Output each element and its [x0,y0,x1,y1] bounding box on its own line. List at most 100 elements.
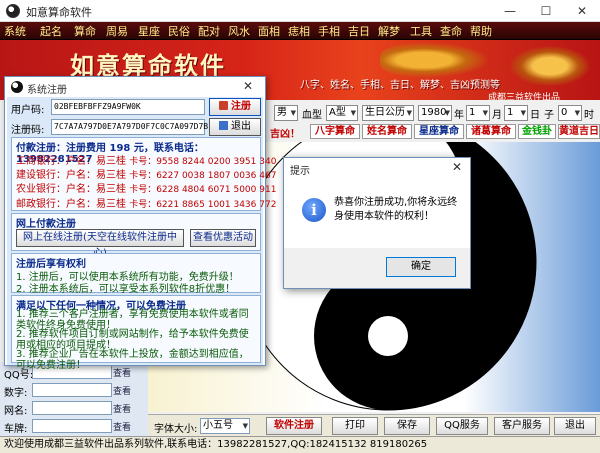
menu-item-help[interactable]: 帮助 [470,23,492,39]
tiger-image-right [510,46,590,86]
year-select[interactable]: 1980 ▼ [418,105,452,121]
hour-select[interactable]: 0 ▼ [558,105,582,121]
feature-coin-button[interactable]: 金钱卦 [518,124,556,139]
reg-code-input[interactable]: 7C7A7A797D0E7A797D0F7C0C7A097D7B [51,119,208,135]
bank-row: 工商银行：户名：易三桂 卡号：9558 8244 0200 3951 340 [16,156,277,167]
menu-item-zodiac[interactable]: 星座 [138,23,160,39]
free-register-item: 1. 推荐三个客户注册者，享有免费使用本软件或者同类软件终身免费使用！ [16,309,249,331]
menu-item-check-fate[interactable]: 查命 [440,23,462,39]
register-dialog-title: 系统注册 [27,85,67,96]
register-exit-button[interactable]: 退出 [209,118,261,136]
month-select[interactable]: 1 ▼ [466,105,490,121]
plate-view-button[interactable]: 查看 [113,420,131,433]
user-code-label: 用户码: [11,105,45,116]
rights-item: 2. 注册本系统后，可以享受本系列软件8折优惠！ [16,284,236,295]
menu-item-folk[interactable]: 民俗 [168,23,190,39]
number-view-button[interactable]: 查看 [113,384,131,397]
blood-type-select[interactable]: A型 ▼ [326,105,358,121]
register-dialog-body: 用户码: 02BFEBFBFFZ9A9FW0K 注册 注册码: 7C7A7A79… [7,97,276,371]
feature-zodiac-button[interactable]: 星座算命 [414,124,464,139]
day-unit: 日 [530,110,540,121]
maximize-button[interactable]: ☐ [528,0,564,22]
tiger-image [380,42,490,78]
window-title: 如意算命软件 [26,6,92,19]
feature-row: 吉凶！ 八字算命 姓名算命 星座算命 诸葛算命 金钱卦 黄道吉日 [268,124,600,140]
font-size-select[interactable]: 小五号 ▼ [200,418,250,434]
alert-ok-button[interactable]: 确定 [386,257,456,277]
bottom-toolbar: 字体大小: 小五号 ▼ 软件注册 打印 保存 QQ服务 客户服务 退出 [148,414,600,436]
birthday-calendar-select[interactable]: 生日公历 ▼ [362,105,414,121]
menu-item-match[interactable]: 配对 [198,23,220,39]
plate-input[interactable] [32,419,112,433]
bank-row: 邮政银行：户名：易三桂 卡号：6221 8865 1001 3436 772 [16,199,277,210]
year-unit: 年 [454,110,464,121]
nickname-view-button[interactable]: 查看 [113,402,131,415]
menu-item-palm[interactable]: 手相 [318,23,340,39]
day-select[interactable]: 1 ▼ [504,105,528,121]
banner-subtitle: 八字、姓名、手相、吉日、解梦、吉凶预测等 [300,80,500,91]
plate-label: 车牌: [4,424,28,435]
alert-button-area: 确定 [284,248,470,288]
reg-code-label: 注册码: [11,125,45,136]
menu-item-zhouyi[interactable]: 周易 [106,23,128,39]
menu-item-naming[interactable]: 起名 [40,23,62,39]
blood-label: 血型 [302,110,322,121]
nickname-label: 网名: [4,406,28,417]
register-close-button[interactable]: ✕ [243,79,253,93]
feature-name-button[interactable]: 姓名算命 [362,124,412,139]
menu-item-lucky-day[interactable]: 吉日 [348,23,370,39]
alert-message: 恭喜你注册成功,你将永远终身使用本软件的权利！ [334,197,458,222]
info-icon: i [302,198,326,222]
online-register-button[interactable]: 网上在线注册(天空在线软件注册中心) [16,229,184,259]
exit-door-icon [219,121,228,130]
register-icon [219,101,228,110]
feature-bazi-button[interactable]: 八字算命 [310,124,360,139]
print-button[interactable]: 打印 [332,417,378,435]
menu-bar: 系统 起名 算命 周易 星座 民俗 配对 风水 面相 痣相 手相 吉日 解梦 工… [0,22,600,40]
feature-zhuge-button[interactable]: 诸葛算命 [466,124,516,139]
font-size-label: 字体大小: [154,424,198,435]
hour-label: 子 [544,110,554,121]
month-unit: 月 [492,110,502,121]
online-payment-panel: 网上付款注册 网上在线注册(天空在线软件注册中心) 查看优惠活动 [11,213,261,259]
hour-unit: 时 [584,110,594,121]
register-dialog: 系统注册 ✕ 用户码: 02BFEBFBFFZ9A9FW0K 注册 注册码: 7… [4,76,276,371]
birth-info-row: 男 ▼ 血型 A型 ▼ 生日公历 ▼ 1980 ▼ 年 1 ▼ 月 1 ▼ 日 子 0 ▼ 时 [268,105,600,121]
menu-item-tools[interactable]: 工具 [410,23,432,39]
save-button[interactable]: 保存 [384,417,430,435]
alert-close-button[interactable]: ✕ [452,160,462,174]
view-discount-button[interactable]: 查看优惠活动 [190,229,256,247]
banner-publisher: 成都三益软件出品 [488,93,561,100]
menu-item-face[interactable]: 面相 [258,23,280,39]
bank-row: 农业银行：户名：易三桂 卡号：6228 4804 6071 5000 911 [16,184,277,195]
user-code-input[interactable]: 02BFEBFBFFZ9A9FW0K [51,99,205,115]
number-input[interactable] [32,383,112,397]
customer-service-button[interactable]: 客户服务 [494,417,550,435]
free-register-panel: 满足以下任何一种情况，可以免费注册 1. 推荐三个客户注册者，享有免费使用本软件… [11,295,261,371]
exit-button[interactable]: 退出 [554,417,596,435]
alert-title: 提示 [290,166,310,177]
minimize-button[interactable]: — [492,0,528,22]
register-yinyang-icon [11,81,23,93]
app-yinyang-icon [6,4,20,18]
success-alert-dialog: 提示 ✕ i 恭喜你注册成功,你将永远终身使用本软件的权利！ 确定 [283,157,471,289]
menu-item-fengshui[interactable]: 风水 [228,23,250,39]
qq-service-button[interactable]: QQ服务 [436,417,488,435]
close-button[interactable]: ✕ [564,0,600,22]
register-button[interactable]: 注册 [209,98,261,116]
menu-item-fortune[interactable]: 算命 [74,23,96,39]
rights-panel: 注册后享有权利 1. 注册后，可以使用本系统所有功能，免费升级！ 2. 注册本系… [11,253,261,295]
register-dialog-titlebar: 系统注册 ✕ [5,77,265,97]
menu-item-dream[interactable]: 解梦 [378,23,400,39]
menu-item-system[interactable]: 系统 [4,23,26,39]
free-register-item: 3. 推荐企业广告在本软件上投放，金额达到相应值，可以免费注册！ [16,349,249,371]
menu-item-mole[interactable]: 痣相 [288,23,310,39]
nickname-input[interactable] [32,401,112,415]
feature-prefix: 吉凶！ [270,129,300,140]
software-register-button[interactable]: 软件注册 [266,417,322,435]
gender-select[interactable]: 男 ▼ [274,105,298,121]
query-panel: QQ号: 查看 数字: 查看 网名: 查看 车牌: 查看 [0,362,148,438]
status-bar: 欢迎使用成都三益软件出品系列软件,联系电话：13982281527,QQ:182… [0,436,600,453]
feature-luckyday-button[interactable]: 黄道吉日 [558,124,600,139]
payment-panel: 付款注册：注册费用 198 元，联系电话：13982281527 工商银行：户名… [11,137,276,211]
